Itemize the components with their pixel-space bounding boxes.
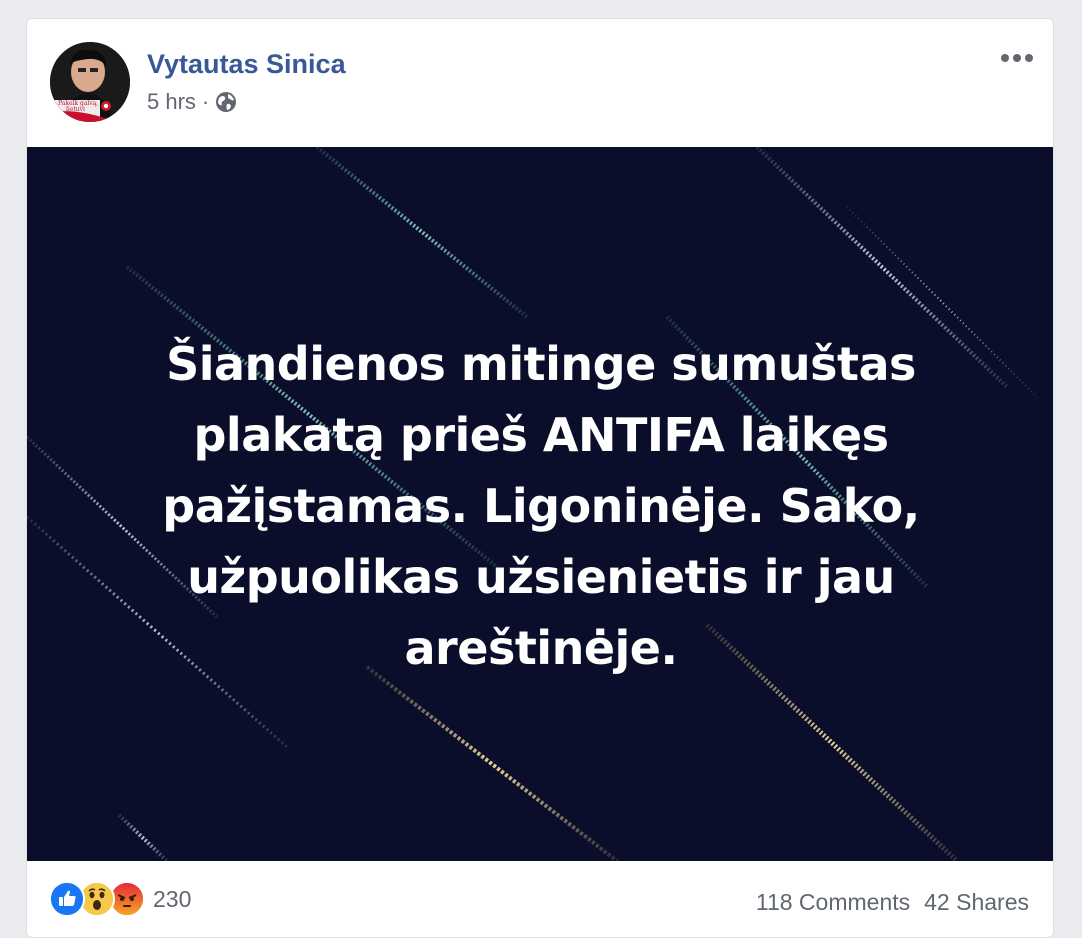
author-name-link[interactable]: Vytautas Sinica: [147, 49, 346, 80]
shares-count-link[interactable]: 42 Shares: [924, 889, 1029, 915]
image-caption-line: pažįstamas. Ligoninėje. Sako,: [162, 479, 920, 533]
more-options-icon[interactable]: [997, 45, 1037, 71]
image-caption-line: užpuolikas užsienietis ir jau: [187, 550, 895, 604]
image-caption-line: Šiandienos mitinge sumuštas: [166, 337, 916, 391]
reactions-summary[interactable]: 230: [49, 881, 191, 917]
comments-count-link[interactable]: 118 Comments: [756, 889, 910, 915]
like-icon: [49, 881, 85, 917]
post-timestamp[interactable]: 5 hrs: [147, 89, 196, 115]
post-image[interactable]: Šiandienos mitinge sumuštas plakatą prie…: [27, 147, 1053, 861]
reaction-count[interactable]: 230: [153, 886, 191, 913]
post-header: Pakelk galvą, lietuvi Vytautas Sinica 5 …: [27, 19, 1053, 147]
avatar[interactable]: Pakelk galvą, lietuvi: [50, 42, 130, 122]
engagement-stats: 118 Comments 42 Shares: [756, 889, 1029, 916]
image-caption-line: areštinėje.: [404, 621, 678, 675]
image-caption-line: plakatą prieš ANTIFA laikęs: [193, 408, 890, 462]
image-caption: Šiandienos mitinge sumuštas plakatą prie…: [87, 329, 995, 684]
post-footer: 230 118 Comments 42 Shares: [27, 861, 1053, 937]
post-card: Pakelk galvą, lietuvi Vytautas Sinica 5 …: [26, 18, 1054, 938]
avatar-caption-line-2: lietuvi: [66, 106, 85, 113]
globe-icon[interactable]: [215, 91, 237, 113]
post-meta: 5 hrs ·: [147, 89, 237, 115]
meta-separator: ·: [201, 89, 210, 114]
